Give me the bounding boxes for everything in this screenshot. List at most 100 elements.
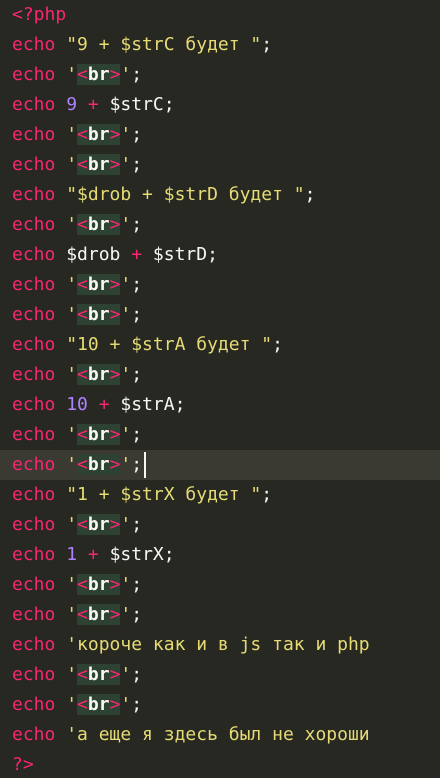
code-token-punc: ; [131, 304, 143, 325]
code-line[interactable]: echo '<br>'; [0, 420, 440, 450]
br-tag-part: > [109, 364, 121, 385]
code-line[interactable]: echo '<br>'; [0, 300, 440, 330]
code-line[interactable]: echo "10 + $strA будет "; [0, 330, 440, 360]
code-token-punc [142, 244, 153, 265]
code-token-kw: echo [12, 514, 56, 535]
code-line[interactable]: echo '<br>'; [0, 120, 440, 150]
code-line[interactable]: echo '<br>'; [0, 690, 440, 720]
code-line[interactable]: echo "1 + $strX будет "; [0, 480, 440, 510]
br-tag-part: < [77, 694, 88, 715]
code-token-punc [55, 244, 66, 265]
code-token-kw: echo [12, 334, 56, 355]
code-token-punc [99, 94, 110, 115]
code-token-kw: echo [12, 364, 56, 385]
code-line[interactable]: echo '<br>'; [0, 360, 440, 390]
code-token-kw: echo [12, 154, 56, 175]
code-token-punc [55, 574, 66, 595]
br-tag-part: br [87, 424, 110, 445]
code-line[interactable]: echo 10 + $strA; [0, 390, 440, 420]
code-line[interactable]: echo 'а еще я здесь был не хороши [0, 720, 440, 750]
code-line[interactable]: echo "9 + $strC будет "; [0, 30, 440, 60]
code-token-punc: ; [131, 424, 143, 445]
code-line[interactable]: echo "$drob + $strD будет "; [0, 180, 440, 210]
code-line[interactable]: echo '<br>'; [0, 600, 440, 630]
code-token-str: ' [120, 364, 132, 385]
br-tag-part: < [77, 364, 88, 385]
br-tag-token: <br> [77, 454, 121, 475]
code-token-kw: echo [12, 94, 56, 115]
code-token-var: $drob [66, 244, 121, 265]
code-line[interactable]: echo '<br>'; [0, 660, 440, 690]
code-editor[interactable]: <?php echo "9 + $strC будет "; echo '<br>'… [0, 0, 440, 778]
br-tag-part: > [109, 664, 121, 685]
code-line-active[interactable]: echo '<br>'; [0, 450, 440, 480]
code-line[interactable]: echo 'короче как и в js так и php [0, 630, 440, 660]
code-token-kw: echo [12, 694, 56, 715]
code-token-str: ' [120, 664, 132, 685]
code-token-punc: ; [163, 544, 175, 565]
code-line[interactable]: echo '<br>'; [0, 570, 440, 600]
br-tag-token: <br> [77, 304, 121, 325]
code-line[interactable]: ?> [0, 750, 440, 778]
code-line[interactable]: echo '<br>'; [0, 510, 440, 540]
br-tag-part: > [109, 694, 121, 715]
code-token-str: "$drob + $strD будет " [66, 184, 305, 205]
code-token-punc: ; [131, 124, 143, 145]
code-token-str: ' [66, 274, 78, 295]
code-token-punc: ; [131, 154, 143, 175]
code-line[interactable]: <?php [0, 0, 440, 30]
br-tag-part: > [109, 574, 121, 595]
code-token-punc [55, 514, 66, 535]
code-token-punc: ; [207, 244, 218, 265]
br-tag-part: < [77, 274, 88, 295]
code-token-punc [55, 544, 66, 565]
br-tag-token: <br> [77, 274, 121, 295]
br-tag-token: <br> [77, 664, 121, 685]
br-tag-part: br [87, 664, 110, 685]
code-token-num: 1 [66, 544, 78, 565]
code-token-punc [55, 94, 66, 115]
br-tag-part: br [87, 604, 110, 625]
code-token-str: ' [120, 154, 132, 175]
br-tag-part: > [109, 424, 121, 445]
br-tag-part: br [87, 214, 110, 235]
code-token-str: ' [66, 694, 78, 715]
code-token-punc: ; [131, 214, 143, 235]
code-token-str: ' [66, 304, 78, 325]
code-token-punc: ; [261, 484, 273, 505]
code-token-punc [55, 694, 66, 715]
code-token-punc [55, 334, 66, 355]
code-line[interactable]: echo '<br>'; [0, 210, 440, 240]
code-token-punc: ; [131, 604, 143, 625]
code-line[interactable]: echo 1 + $strX; [0, 540, 440, 570]
code-line[interactable]: echo '<br>'; [0, 60, 440, 90]
code-token-str: ' [120, 574, 132, 595]
code-line[interactable]: echo '<br>'; [0, 270, 440, 300]
code-token-str: ' [66, 154, 78, 175]
code-token-punc: ; [163, 94, 175, 115]
code-token-punc [55, 604, 66, 625]
br-tag-part: > [109, 214, 121, 235]
code-token-str: "10 + $strA будет " [66, 334, 273, 355]
code-line[interactable]: echo $drob + $strD; [0, 240, 440, 270]
code-token-tag: ?> [12, 754, 34, 775]
code-line[interactable]: echo '<br>'; [0, 150, 440, 180]
br-tag-token: <br> [77, 514, 121, 535]
br-tag-token: <br> [77, 424, 121, 445]
code-token-tag: <?php [12, 4, 67, 25]
br-tag-part: < [77, 574, 88, 595]
code-token-kw: echo [12, 274, 56, 295]
code-token-str: ' [120, 424, 132, 445]
code-token-kw: echo [12, 394, 56, 415]
br-tag-part: br [87, 274, 110, 295]
code-token-punc [55, 724, 66, 745]
code-token-punc: ; [304, 184, 316, 205]
code-token-str: ' [66, 454, 78, 475]
br-tag-token: <br> [77, 574, 121, 595]
code-token-str: ' [66, 364, 78, 385]
code-token-str: ' [66, 604, 78, 625]
code-line[interactable]: echo 9 + $strC; [0, 90, 440, 120]
code-token-kw: echo [12, 544, 56, 565]
code-token-punc [99, 544, 110, 565]
br-tag-part: < [77, 664, 88, 685]
